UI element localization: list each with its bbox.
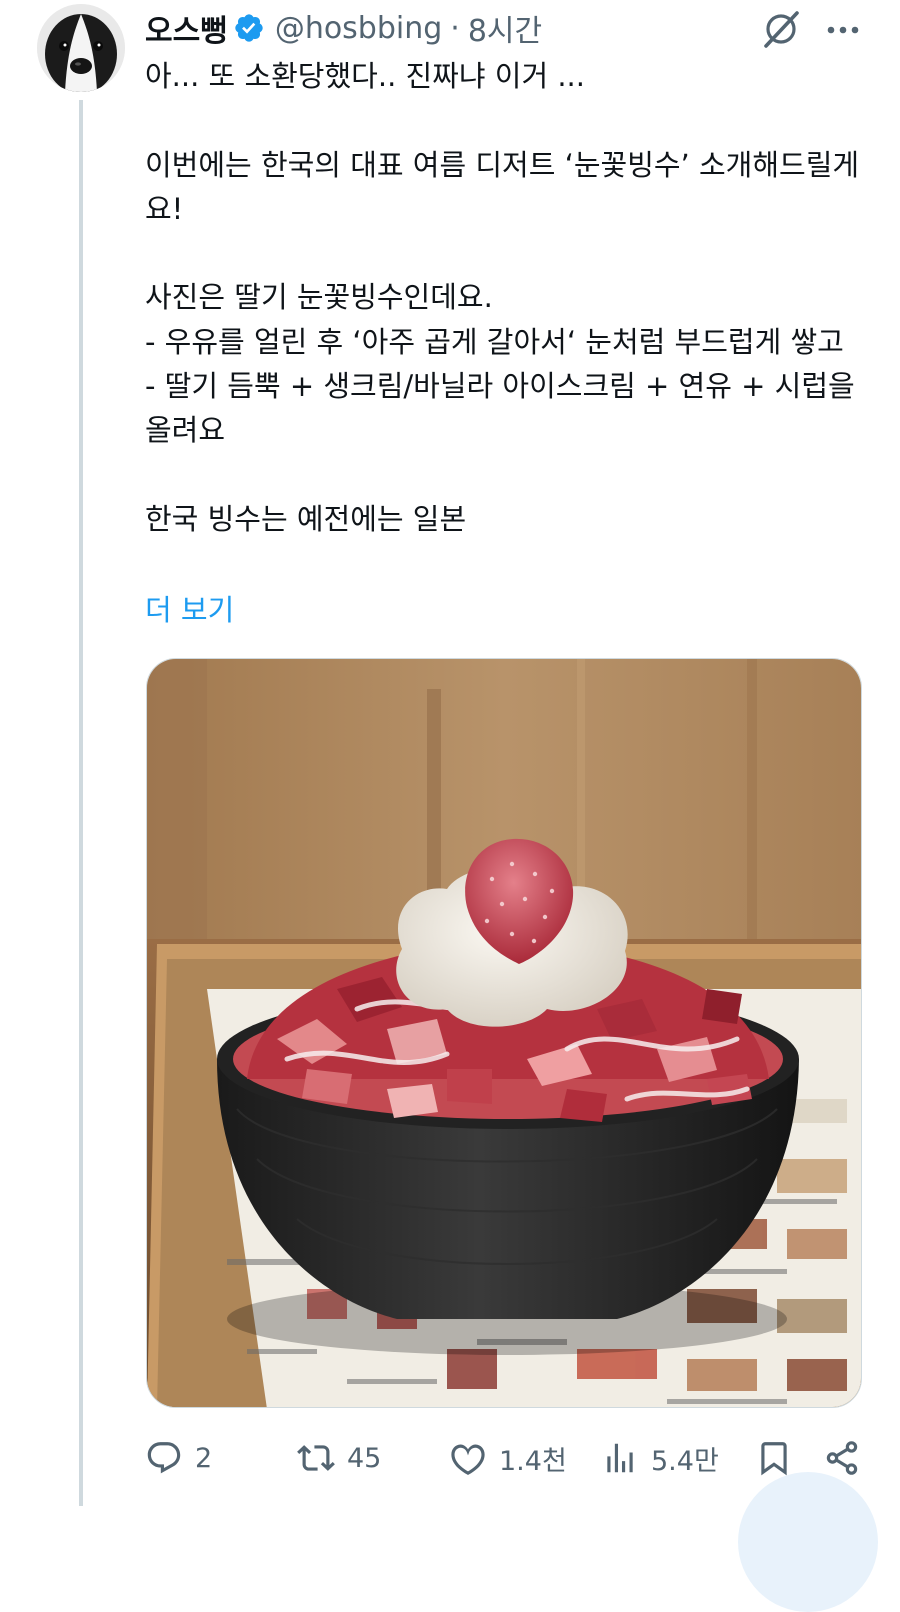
reply-icon [147,1442,181,1474]
separator-dot: · [450,10,460,46]
dog-avatar-icon [37,4,125,92]
like-count: 1.4천 [499,1445,567,1477]
reply-count: 2 [195,1442,213,1474]
tweet-header: 오스뻥 @hosbbing · 8시간 [145,6,542,50]
author-handle[interactable]: @hosbbing [275,11,442,46]
views-icon [607,1443,633,1473]
retweet-button[interactable]: 45 [297,1430,381,1486]
avatar[interactable] [37,4,125,92]
show-more-link[interactable]: 더 보기 [145,588,234,632]
tweet-media-image[interactable] [146,658,862,1408]
author-display-name[interactable]: 오스뻥 [145,6,228,50]
retweet-icon [297,1445,335,1471]
more-icon[interactable] [823,10,863,50]
thread-line [79,100,83,1506]
share-icon [826,1441,858,1475]
reply-button[interactable]: 2 [145,1430,212,1486]
bookmark-icon [761,1442,787,1476]
tweet-text: 아... 또 소환당했다.. 진짜냐 이거 ... 이번에는 한국의 대표 여름… [145,59,860,536]
floating-compose-button[interactable] [738,1472,878,1612]
views-button[interactable]: 5.4만 [601,1430,719,1486]
like-button[interactable]: 1.4천 [449,1430,567,1486]
view-count: 5.4만 [651,1445,719,1477]
retweet-count: 45 [347,1442,382,1474]
like-icon [451,1444,485,1475]
grok-icon[interactable] [760,8,802,50]
bingsu-photo [147,659,861,1407]
action-bar: 2 45 1.4천 5.4만 [145,1430,865,1486]
tweet-time[interactable]: 8시간 [468,6,542,50]
verified-badge-icon[interactable] [233,12,265,44]
